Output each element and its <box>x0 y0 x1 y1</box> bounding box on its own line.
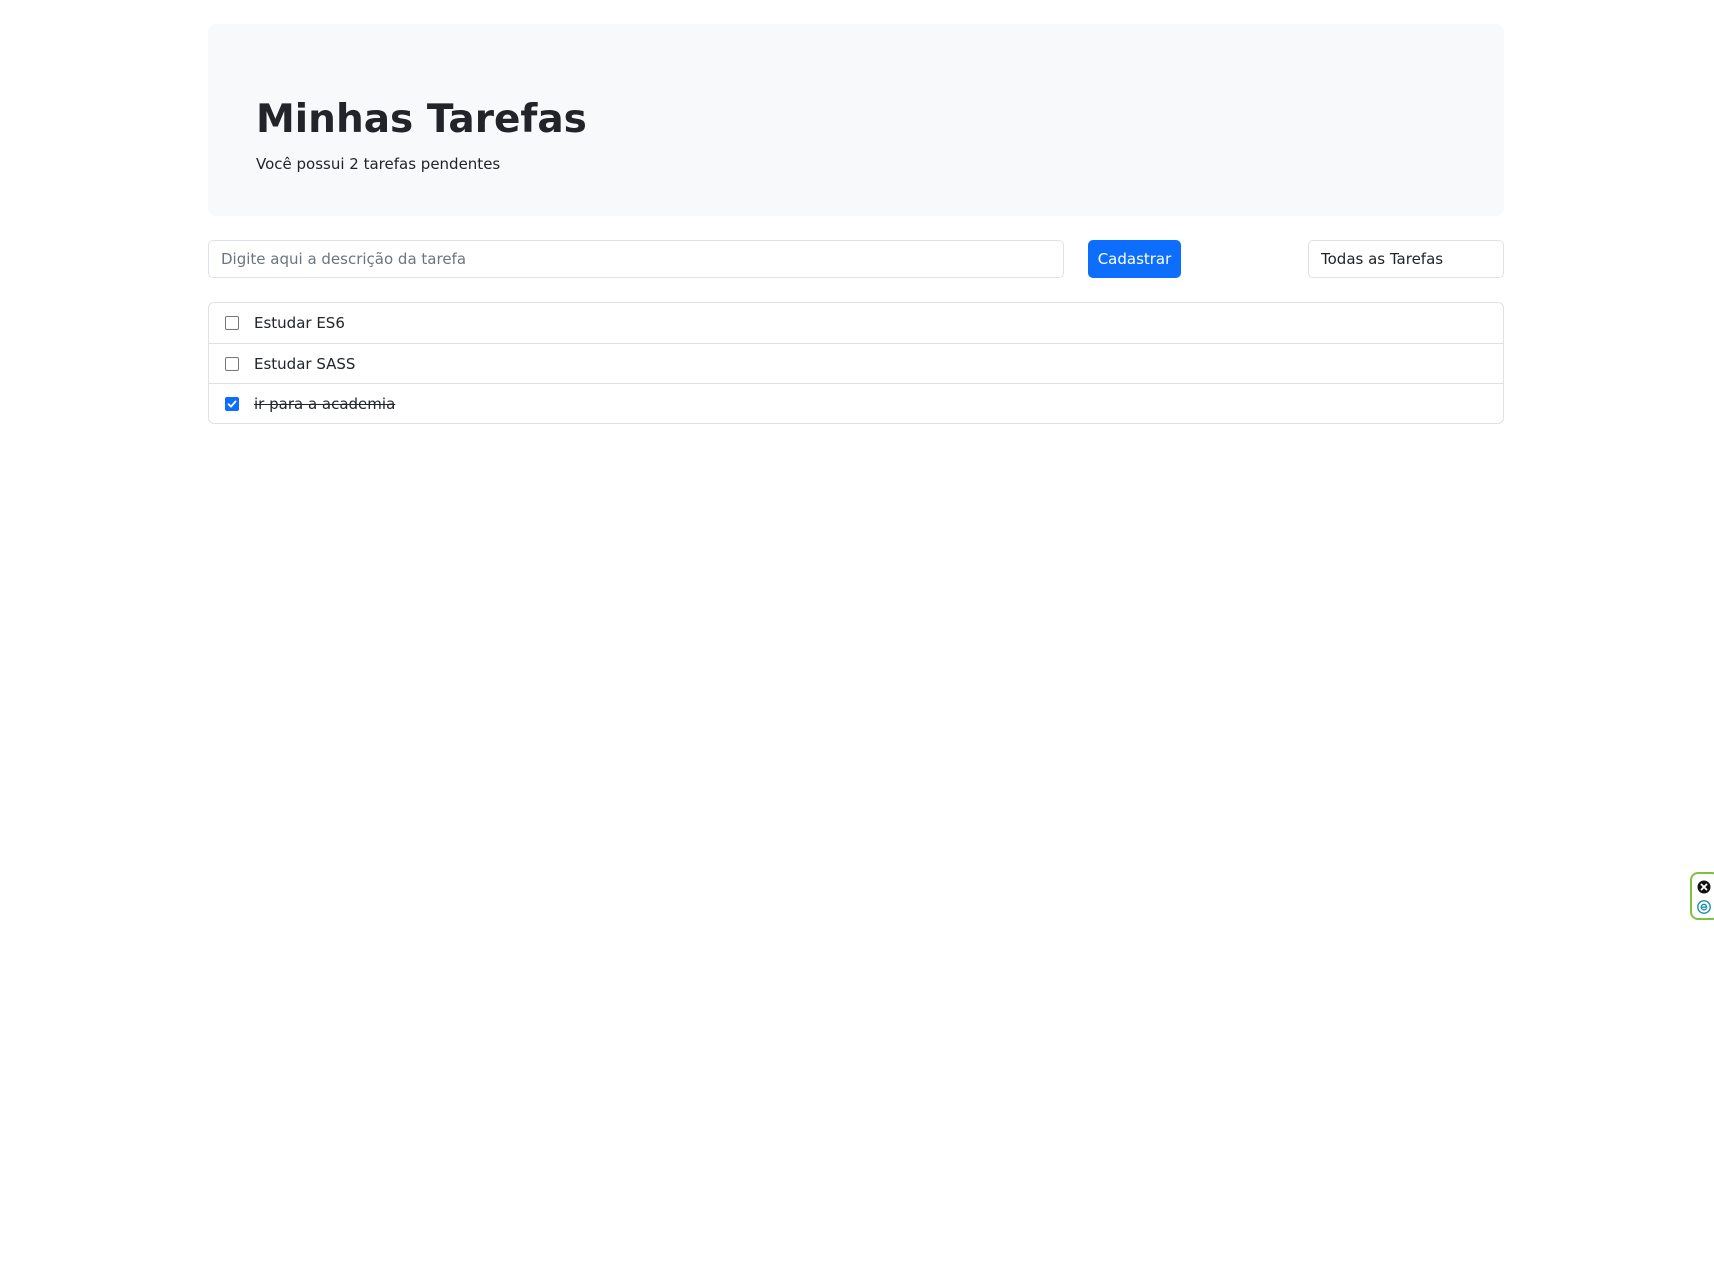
task-checkbox[interactable] <box>225 356 239 371</box>
task-filter-select[interactable]: Todas as Tarefas <box>1308 240 1504 278</box>
task-description-input[interactable] <box>208 240 1064 278</box>
register-task-button[interactable]: Cadastrar <box>1088 240 1181 278</box>
task-label: Estudar ES6 <box>254 314 345 332</box>
task-item: Estudar SASS <box>209 343 1503 383</box>
checkmark-icon <box>227 400 237 407</box>
task-list: Estudar ES6 Estudar SASS ir para a acade… <box>208 302 1504 424</box>
task-checkbox[interactable] <box>225 316 239 330</box>
task-filter-selected-value: Todas as Tarefas <box>1321 250 1444 268</box>
close-circle-icon[interactable] <box>1697 880 1711 894</box>
extension-widget <box>1690 872 1714 920</box>
e-logo-icon[interactable] <box>1697 900 1711 914</box>
task-label: Estudar SASS <box>254 354 356 373</box>
pending-count-text: Você possui 2 tarefas pendentes <box>256 155 501 173</box>
task-label: ir para a academia <box>254 394 396 413</box>
header-jumbotron: Minhas Tarefas Você possui 2 tarefas pen… <box>208 24 1504 216</box>
task-item: Estudar ES6 <box>209 303 1503 343</box>
page-title: Minhas Tarefas <box>256 97 587 142</box>
task-item: ir para a academia <box>209 383 1503 423</box>
task-checkbox[interactable] <box>225 396 239 411</box>
